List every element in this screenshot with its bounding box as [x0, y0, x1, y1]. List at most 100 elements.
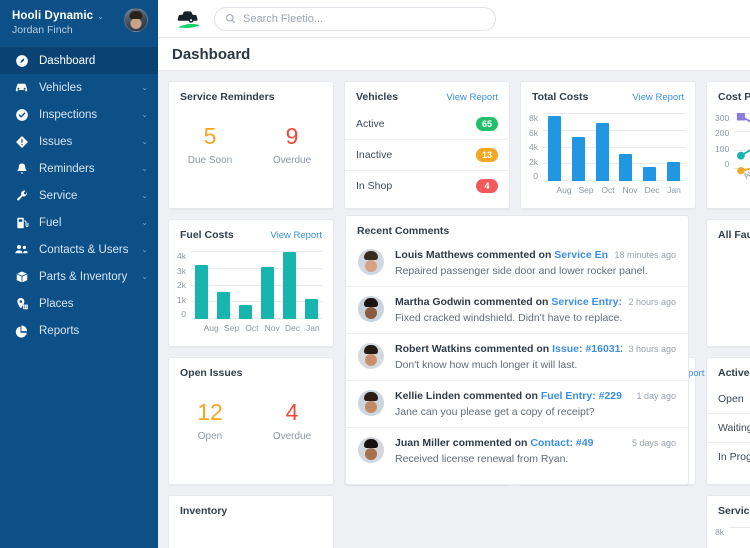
card-fuel-costs: Fuel Costs View Report 4k 3k 2k 1k 0 Aug…	[168, 219, 334, 347]
list-item[interactable]: Louis Matthews commented on Service Entr…	[346, 240, 688, 287]
sidebar-item-label: Vehicles	[39, 81, 82, 94]
plot-area	[190, 251, 323, 319]
stats-row: 5 Due Soon 9 Overdue	[169, 103, 333, 186]
y-tick: 4k	[529, 142, 538, 152]
chart-body: 8k 6k 4k 2k 0	[529, 113, 685, 181]
list-item[interactable]: Kellie Linden commented on Fuel Entry: #…	[346, 381, 688, 428]
x-tick: Aug	[203, 323, 219, 333]
comment-author: Kellie Linden	[395, 390, 461, 402]
org-header[interactable]: Hooli Dynamic ⌄ Jordan Finch	[0, 0, 158, 45]
sidebar-item-label: Inspections	[39, 108, 98, 121]
list-item[interactable]: Juan Miller commented on Contact: #49 5 …	[346, 428, 688, 474]
comment-heading: Louis Matthews commented on Service Entr…	[395, 249, 608, 261]
chart-bar	[283, 251, 297, 319]
stat-label: Open	[197, 431, 223, 442]
list-item-label: Open	[718, 393, 744, 405]
sidebar-item-service[interactable]: Service ⌄	[0, 182, 158, 209]
comment-header: Juan Miller commented on Contact: #49 5 …	[395, 437, 676, 449]
stat-overdue[interactable]: 4 Overdue	[251, 401, 333, 443]
sidebar-item-issues[interactable]: Issues ⌄	[0, 128, 158, 155]
dashboard-column-1: Service Reminders 5 Due Soon 9 Overdue F…	[168, 81, 334, 548]
sidebar-item-vehicles[interactable]: Vehicles ⌄	[0, 74, 158, 101]
x-tick: Jan	[667, 185, 681, 195]
stat-overdue[interactable]: 9 Overdue	[251, 125, 333, 167]
status-badge: 65	[475, 117, 498, 131]
y-tick: 0	[724, 158, 730, 169]
comment-header: Martha Godwin commented on Service Entry…	[395, 296, 676, 308]
chart-body: 300 200 100 0	[715, 113, 750, 175]
card-inventory: Inventory	[168, 495, 334, 548]
list-item-label: Active	[356, 118, 385, 130]
car-icon	[13, 80, 30, 95]
x-tick: Sep	[578, 185, 594, 195]
chart-bar	[571, 136, 585, 181]
comment-author: Juan Miller	[395, 437, 450, 449]
comment-text: Received license renewal from Ryan.	[395, 453, 569, 465]
card-total-costs: Total Costs View Report 8k 6k 4k 2k 0 Au…	[520, 81, 696, 209]
stat-open[interactable]: 12 Open	[169, 401, 251, 443]
map-pin-icon	[13, 297, 30, 311]
view-report-link[interactable]: View Report	[270, 230, 322, 241]
top-bar	[158, 0, 750, 38]
list-item[interactable]: In Progress	[707, 443, 750, 471]
stat-open-faults[interactable]: 3 Open	[707, 263, 750, 304]
list-item[interactable]: Robert Watkins commented on Issue: #1603…	[346, 334, 688, 381]
card-service-costs: Service Costs 8k	[706, 495, 750, 548]
comment-target-link[interactable]: Service Entry: #44	[554, 249, 608, 261]
view-report-link[interactable]: View Report	[446, 92, 498, 103]
org-name[interactable]: Hooli Dynamic ⌄	[12, 10, 104, 22]
fleetio-logo-icon[interactable]	[172, 10, 206, 28]
stat-due-soon[interactable]: 5 Due Soon	[169, 125, 251, 167]
sidebar-item-inspections[interactable]: Inspections ⌄	[0, 101, 158, 128]
comment-author: Louis Matthews	[395, 249, 474, 261]
sidebar-item-reminders[interactable]: Reminders ⌄	[0, 155, 158, 182]
list-item[interactable]: Waiting for Parts	[707, 414, 750, 443]
comment-header: Louis Matthews commented on Service Entr…	[395, 249, 676, 261]
comment-target-link[interactable]: Issue: #160312	[552, 343, 622, 355]
wrench-icon	[13, 189, 30, 203]
sidebar-item-fuel[interactable]: Fuel ⌄	[0, 209, 158, 236]
list-item[interactable]: Active 65	[345, 109, 509, 140]
comment-timestamp: 2 hours ago	[628, 297, 676, 307]
y-tick: 2k	[529, 156, 538, 167]
fuel-pump-icon	[13, 216, 30, 230]
y-tick: 0	[181, 309, 186, 319]
search-bar[interactable]	[214, 6, 496, 31]
avatar[interactable]	[124, 8, 148, 32]
list-item[interactable]: Martha Godwin commented on Service Entry…	[346, 287, 688, 334]
list-item-label: Inactive	[356, 149, 393, 161]
avatar	[358, 249, 384, 275]
search-input[interactable]	[243, 12, 485, 25]
chart-body: 4k 3k 2k 1k 0	[177, 251, 323, 319]
sidebar-item-contacts-users[interactable]: Contacts & Users ⌄	[0, 236, 158, 263]
stats-row: 3 Open	[707, 241, 750, 324]
sidebar-item-label: Dashboard	[39, 54, 96, 67]
list-item[interactable]: Open	[707, 385, 750, 414]
stats-row: 12 Open 4 Overdue	[169, 379, 333, 462]
dashboard-column-4: Cost Per Mile 300 200 100 0	[706, 81, 750, 548]
comment-target-link[interactable]: Fuel Entry: #229	[541, 390, 622, 402]
list-item[interactable]: Inactive 13	[345, 140, 509, 171]
stat-label: Due Soon	[187, 155, 233, 166]
comment-target-link[interactable]: Contact: #49	[530, 437, 593, 449]
card-header: Total Costs View Report	[521, 82, 695, 103]
sidebar-item-dashboard[interactable]: Dashboard	[0, 47, 158, 74]
view-report-link[interactable]: View Report	[632, 92, 684, 103]
card-title: Cost Per Mile	[718, 91, 750, 103]
org-user-name: Jordan Finch	[12, 24, 73, 36]
list-item[interactable]: In Shop 4	[345, 171, 509, 201]
comment-timestamp: 1 day ago	[636, 391, 676, 401]
sidebar-item-label: Reports	[39, 324, 80, 337]
sidebar-item-places[interactable]: Places	[0, 290, 158, 317]
comment-target-link[interactable]: Service Entry: #36	[551, 296, 622, 308]
page-title: Dashboard	[172, 45, 251, 63]
sidebar-item-parts-inventory[interactable]: Parts & Inventory ⌄	[0, 263, 158, 290]
chart-bar	[239, 304, 253, 319]
y-tick: 100	[715, 143, 730, 154]
card-title: Inventory	[180, 505, 228, 517]
sidebar-item-reports[interactable]: Reports	[0, 317, 158, 344]
sidebar-nav: Dashboard Vehicles ⌄ Inspections ⌄ Issue…	[0, 47, 158, 344]
chevron-down-icon: ⌄	[97, 11, 104, 21]
chevron-down-icon: ⌄	[141, 245, 148, 254]
chart-bar	[619, 153, 633, 181]
